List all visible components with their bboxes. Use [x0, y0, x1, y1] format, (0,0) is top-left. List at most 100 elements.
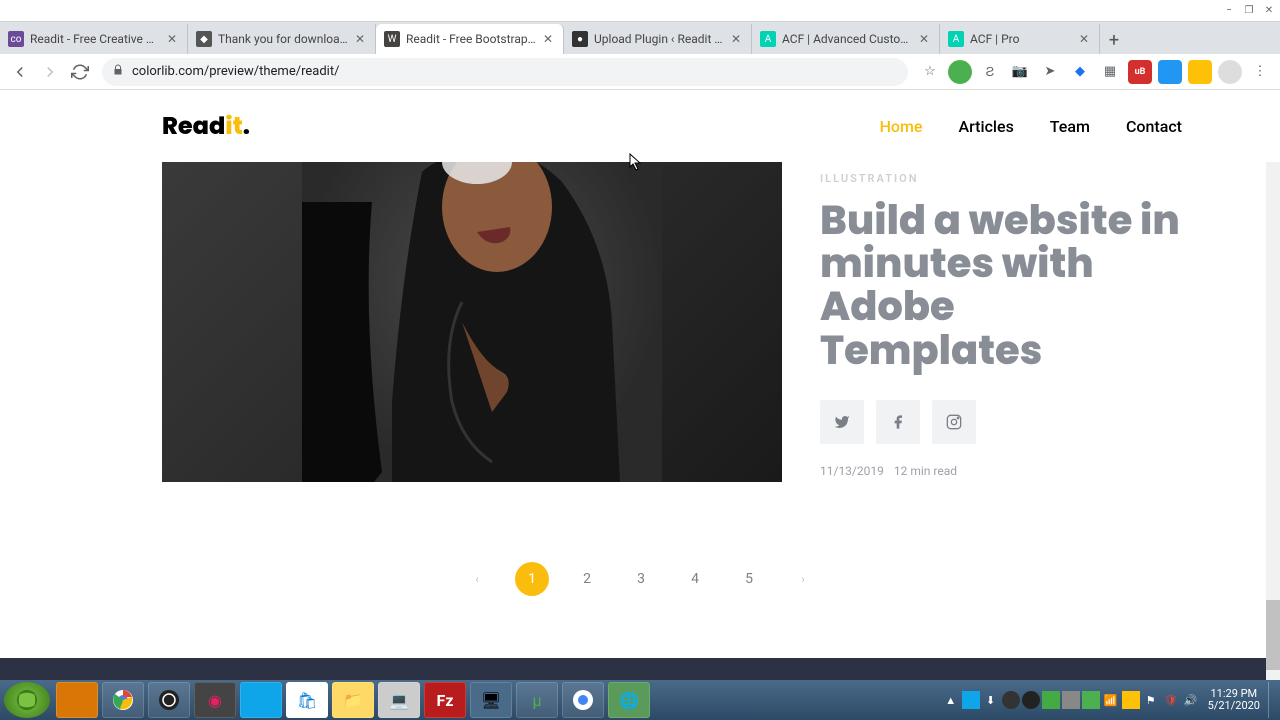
- extension-icon[interactable]: ➤: [1038, 60, 1062, 84]
- tray-icon[interactable]: [1022, 691, 1040, 709]
- tab-close-icon[interactable]: ✕: [917, 32, 931, 46]
- tray-icon[interactable]: [1002, 691, 1020, 709]
- taskbar-app-chrome[interactable]: [102, 682, 144, 718]
- twitter-button[interactable]: [820, 400, 864, 444]
- bookmark-star-icon[interactable]: ☆: [918, 60, 942, 84]
- taskbar-app[interactable]: 💻: [378, 682, 420, 718]
- article-date: 11/13/2019: [820, 464, 884, 478]
- scrollbar-track[interactable]: ▲: [1266, 90, 1280, 680]
- nav-forward-button[interactable]: [36, 58, 64, 86]
- nav-articles[interactable]: Articles: [959, 117, 1014, 136]
- taskbar-app-obs[interactable]: [148, 682, 190, 718]
- new-tab-button[interactable]: +: [1100, 26, 1128, 54]
- favicon: co: [8, 31, 24, 47]
- show-desktop-button[interactable]: [1268, 682, 1276, 718]
- logo-accent: it: [225, 110, 243, 143]
- window-minimize-button[interactable]: −: [1220, 4, 1238, 18]
- article-title[interactable]: Build a website in minutes with Adobe Te…: [820, 199, 1180, 372]
- taskbar-app[interactable]: [240, 682, 282, 718]
- windows-taskbar: ◉ 🛍 📁 💻 Fz 🖥 µ 🌐 ▲ ⬇ 📶 ⚑ 🛡 🔊 11:29 PM 5/…: [0, 680, 1280, 720]
- nav-contact[interactable]: Contact: [1126, 117, 1182, 136]
- extension-icon[interactable]: uB: [1128, 60, 1152, 84]
- taskbar-app[interactable]: ◉: [194, 682, 236, 718]
- browser-menu-button[interactable]: ⋮: [1248, 60, 1272, 84]
- article-content: ILLUSTRATION Build a website in minutes …: [782, 162, 1280, 482]
- tray-icon[interactable]: [962, 691, 980, 709]
- nav-reload-button[interactable]: [66, 58, 94, 86]
- logo-text: Read: [162, 110, 225, 143]
- pagination-next[interactable]: ›: [787, 563, 819, 595]
- article-image[interactable]: [162, 162, 782, 482]
- start-button[interactable]: [4, 682, 50, 718]
- tab-close-icon[interactable]: ✕: [541, 32, 555, 46]
- extension-icon[interactable]: Ƨ: [978, 60, 1002, 84]
- tab-close-icon[interactable]: ✕: [165, 32, 179, 46]
- tray-icon[interactable]: [1082, 691, 1100, 709]
- taskbar-app-chrome[interactable]: [562, 682, 604, 718]
- extension-icon[interactable]: [1158, 60, 1182, 84]
- facebook-button[interactable]: [876, 400, 920, 444]
- twitter-icon: [834, 414, 850, 430]
- scrollbar-thumb[interactable]: [1266, 600, 1280, 670]
- tray-volume-icon[interactable]: 🔊: [1182, 691, 1200, 709]
- nav-team[interactable]: Team: [1050, 117, 1090, 136]
- extension-icon[interactable]: [1188, 60, 1212, 84]
- tab-label: Thank you for downloading! -: [218, 32, 349, 46]
- instagram-button[interactable]: [932, 400, 976, 444]
- browser-tabstrip: co Readit - Free Creative Blog We ✕ ◆ Th…: [0, 22, 1280, 54]
- tray-icon[interactable]: [1062, 691, 1080, 709]
- nav-home[interactable]: Home: [880, 117, 923, 136]
- address-bar[interactable]: colorlib.com/preview/theme/readit/: [102, 58, 908, 86]
- extension-icon[interactable]: ◆: [1068, 60, 1092, 84]
- tray-icon[interactable]: [1042, 691, 1060, 709]
- favicon: A: [948, 31, 964, 47]
- tray-icon[interactable]: 🛡: [1162, 691, 1180, 709]
- taskbar-clock[interactable]: 11:29 PM 5/21/2020: [1202, 688, 1266, 712]
- tray-icon[interactable]: ⚑: [1142, 691, 1160, 709]
- window-close-button[interactable]: ✕: [1260, 4, 1278, 18]
- lock-icon: [112, 64, 124, 80]
- pagination-page-2[interactable]: 2: [571, 563, 603, 595]
- favicon: ●: [572, 31, 588, 47]
- pagination-page-1[interactable]: 1: [515, 562, 549, 596]
- browser-tab[interactable]: ● Upload Plugin ‹ Readit — Word ✕: [564, 24, 752, 54]
- profile-avatar[interactable]: [1218, 60, 1242, 84]
- taskbar-app[interactable]: 🛍: [286, 682, 328, 718]
- browser-tab[interactable]: A ACF | Pro ✕: [940, 24, 1100, 54]
- article-card: ILLUSTRATION Build a website in minutes …: [0, 162, 1280, 482]
- taskbar-app[interactable]: 🖥: [470, 682, 512, 718]
- taskbar-app-utorrent[interactable]: µ: [516, 682, 558, 718]
- extension-icon[interactable]: ▦: [1098, 60, 1122, 84]
- tray-show-hidden[interactable]: ▲: [942, 691, 960, 709]
- pagination-page-5[interactable]: 5: [733, 563, 765, 595]
- tab-close-icon[interactable]: ✕: [1077, 32, 1091, 46]
- tab-label: Readit - Free Bootstrap 4 Temp: [406, 32, 537, 46]
- extension-icon[interactable]: 📷: [1008, 60, 1032, 84]
- tray-icon[interactable]: ⬇: [982, 691, 1000, 709]
- site-logo[interactable]: Readit.: [162, 109, 250, 144]
- tab-close-icon[interactable]: ✕: [353, 32, 367, 46]
- tray-icon[interactable]: [1122, 691, 1140, 709]
- browser-tab-active[interactable]: W Readit - Free Bootstrap 4 Temp ✕: [376, 24, 564, 54]
- taskbar-app[interactable]: [56, 682, 98, 718]
- pagination-prev[interactable]: ‹: [461, 563, 493, 595]
- taskbar-app[interactable]: 🌐: [608, 682, 650, 718]
- tray-icon[interactable]: 📶: [1102, 691, 1120, 709]
- page-viewport: Readit. Home Articles Team Contact: [0, 90, 1280, 680]
- taskbar-app-explorer[interactable]: 📁: [332, 682, 374, 718]
- pagination-page-4[interactable]: 4: [679, 563, 711, 595]
- favicon: A: [760, 31, 776, 47]
- browser-tab[interactable]: ◆ Thank you for downloading! - ✕: [188, 24, 376, 54]
- taskbar-app-filezilla[interactable]: Fz: [424, 682, 466, 718]
- pagination-page-3[interactable]: 3: [625, 563, 657, 595]
- pagination: ‹ 1 2 3 4 5 ›: [0, 562, 1280, 596]
- window-maximize-button[interactable]: ❐: [1240, 4, 1258, 18]
- browser-tab[interactable]: A ACF | Advanced Custom Fields ✕: [752, 24, 940, 54]
- site-footer: [0, 658, 1266, 680]
- browser-tab[interactable]: co Readit - Free Creative Blog We ✕: [0, 24, 188, 54]
- extension-icon[interactable]: [948, 60, 972, 84]
- nav-back-button[interactable]: [6, 58, 34, 86]
- tab-close-icon[interactable]: ✕: [729, 32, 743, 46]
- tab-label: ACF | Advanced Custom Fields: [782, 32, 913, 46]
- person-photo: [302, 162, 662, 482]
